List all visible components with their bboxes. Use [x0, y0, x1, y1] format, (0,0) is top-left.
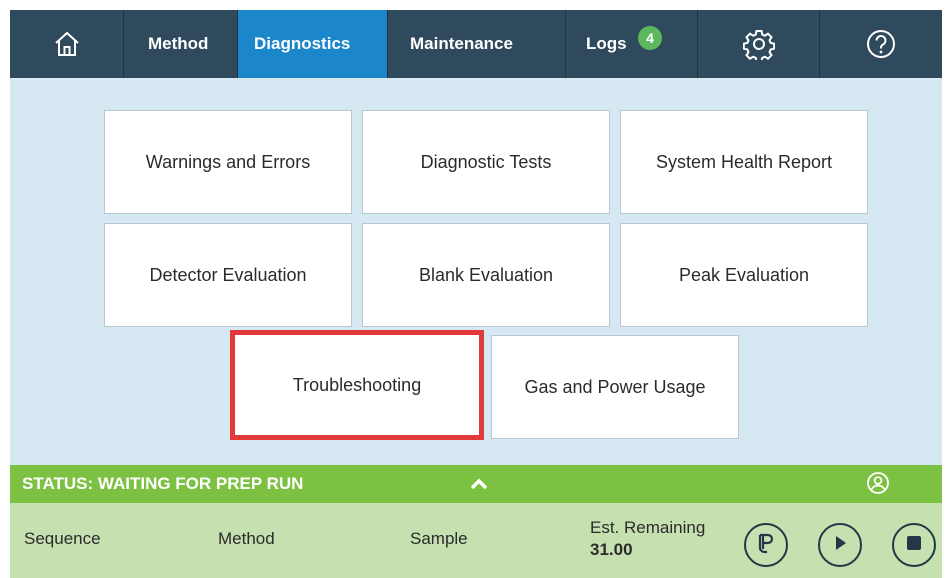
- peak-evaluation-label: Peak Evaluation: [678, 264, 810, 285]
- blank-evaluation-tile[interactable]: Blank Evaluation: [362, 223, 610, 327]
- chevron-up-icon[interactable]: [468, 473, 490, 500]
- diagnostic-tests-label: Diagnostic Tests: [420, 151, 552, 172]
- gas-power-usage-tile[interactable]: Gas and Power Usage: [491, 335, 739, 439]
- tab-maintenance[interactable]: Maintenance: [388, 10, 566, 78]
- tab-diagnostics-label: Diagnostics: [254, 34, 351, 53]
- detector-evaluation-tile[interactable]: Detector Evaluation: [104, 223, 352, 327]
- tab-method-label: Method: [148, 34, 209, 53]
- play-icon: [830, 533, 850, 558]
- tab-logs[interactable]: Logs 4: [566, 10, 698, 78]
- help-icon: [865, 28, 897, 60]
- tab-maintenance-label: Maintenance: [410, 34, 513, 53]
- play-button[interactable]: [818, 523, 862, 567]
- peak-evaluation-tile[interactable]: Peak Evaluation: [620, 223, 868, 327]
- troubleshooting-tile[interactable]: Troubleshooting: [230, 330, 484, 440]
- help-button[interactable]: [820, 10, 942, 78]
- sequence-label: Sequence: [24, 529, 101, 548]
- run-info-bar: Sequence Method Sample Est. Remaining 31…: [10, 503, 942, 578]
- home-button[interactable]: [10, 10, 124, 78]
- prep-run-button[interactable]: [744, 523, 788, 567]
- method-label: Method: [218, 529, 275, 548]
- est-remaining-value: 31.00: [590, 540, 633, 559]
- system-health-report-tile[interactable]: System Health Report: [620, 110, 868, 214]
- settings-button[interactable]: [698, 10, 820, 78]
- stop-icon: [904, 533, 924, 558]
- system-health-report-label: System Health Report: [655, 151, 833, 172]
- tab-diagnostics[interactable]: Diagnostics: [238, 10, 388, 78]
- home-icon: [52, 29, 82, 59]
- warnings-errors-label: Warnings and Errors: [145, 151, 311, 172]
- gear-icon: [742, 28, 775, 60]
- est-remaining: Est. Remaining 31.00: [590, 517, 705, 561]
- warnings-errors-tile[interactable]: Warnings and Errors: [104, 110, 352, 214]
- tab-logs-label: Logs: [586, 34, 627, 53]
- stop-button[interactable]: [892, 523, 936, 567]
- status-text: STATUS: WAITING FOR PREP RUN: [22, 474, 304, 493]
- gas-power-usage-label: Gas and Power Usage: [524, 376, 706, 397]
- logs-count-badge: 4: [638, 26, 662, 50]
- detector-evaluation-label: Detector Evaluation: [149, 264, 307, 285]
- sample-label: Sample: [410, 529, 468, 548]
- user-icon[interactable]: [866, 471, 890, 500]
- troubleshooting-label: Troubleshooting: [292, 374, 422, 395]
- app-window: Method Diagnostics Maintenance Logs 4 Wa…: [10, 10, 942, 578]
- status-bar: STATUS: WAITING FOR PREP RUN: [10, 465, 942, 503]
- prep-run-icon: [753, 530, 779, 561]
- est-remaining-label: Est. Remaining: [590, 518, 706, 537]
- diagnostic-tests-tile[interactable]: Diagnostic Tests: [362, 110, 610, 214]
- blank-evaluation-label: Blank Evaluation: [418, 264, 554, 285]
- top-nav: Method Diagnostics Maintenance Logs 4: [10, 10, 942, 78]
- tab-method[interactable]: Method: [124, 10, 238, 78]
